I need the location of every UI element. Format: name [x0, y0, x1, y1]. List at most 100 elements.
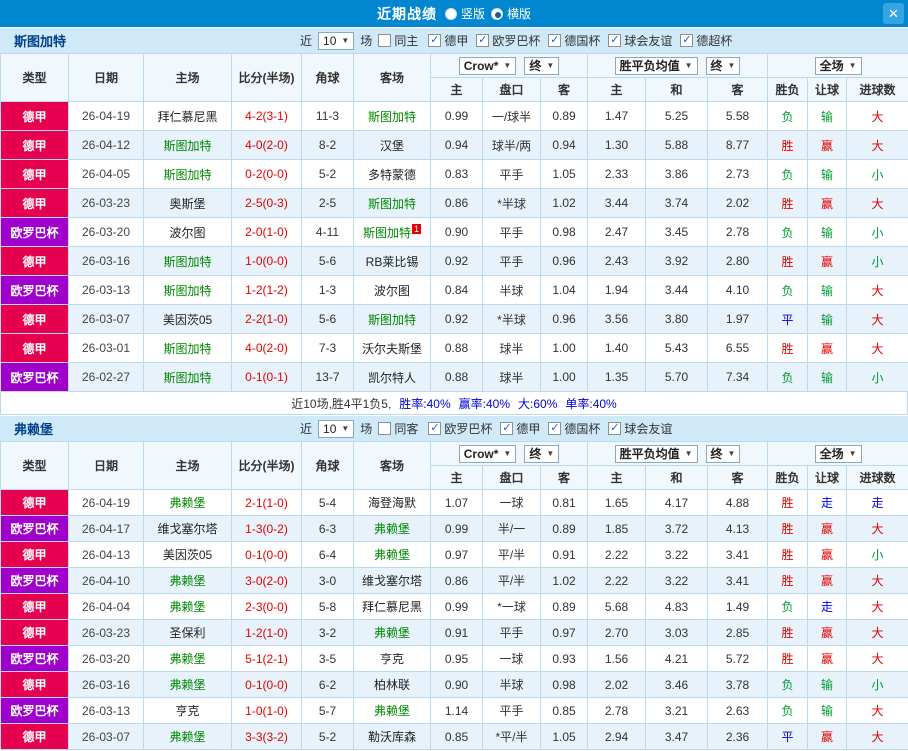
fullmatch-dropdown[interactable]: 全场 ▼	[814, 56, 862, 75]
summary-prefix: 近10场,胜4平1负5,	[291, 396, 392, 411]
odds-home: 0.92	[430, 304, 483, 334]
odds-source-dropdown[interactable]: Crow* ▼	[458, 56, 517, 75]
away-team-link[interactable]: 斯图加特 1	[353, 217, 431, 247]
league-badge: 德甲	[0, 188, 69, 218]
home-team-link[interactable]: 弗赖堡	[143, 723, 232, 750]
goals-result-tag: 小	[846, 362, 908, 392]
sub-header-avg-draw: 和	[645, 465, 708, 490]
same-venue-checkbox[interactable]: 同主	[378, 32, 418, 49]
away-team-link[interactable]: RB莱比锡	[353, 246, 431, 276]
odds-source-dropdown[interactable]: Crow* ▼	[458, 444, 517, 463]
away-team-link[interactable]: 勒沃库森	[353, 723, 431, 750]
home-team-link[interactable]: 斯图加特	[143, 333, 232, 363]
match-row: 德甲 26-03-16 弗赖堡 0-1(0-0) 6-2 柏林联 0.90 半球 0.98 2.0…	[0, 671, 908, 698]
league-filter-checkbox[interactable]: ✓ 欧罗巴杯	[476, 32, 540, 49]
away-team-link[interactable]: 多特蒙德	[353, 159, 431, 189]
checkbox-checked-icon: ✓	[548, 34, 562, 47]
league-filter-group: ✓ 欧罗巴杯 ✓ 德甲 ✓ 德国杯 ✓ 球会友谊	[428, 420, 672, 437]
away-team-link[interactable]: 波尔图	[353, 275, 431, 305]
home-team-link[interactable]: 弗赖堡	[143, 645, 232, 672]
away-team-link[interactable]: 斯图加特	[353, 101, 431, 131]
league-filter-checkbox[interactable]: ✓ 德国杯	[548, 420, 600, 437]
avg-home-odds: 1.40	[587, 333, 646, 363]
away-team-link[interactable]: 斯图加特	[353, 188, 431, 218]
league-filter-checkbox[interactable]: ✓ 德超杯	[680, 32, 732, 49]
home-team-link[interactable]: 弗赖堡	[143, 489, 232, 516]
close-button[interactable]: ✕	[883, 3, 904, 24]
match-count-dropdown[interactable]: 10 ▼	[318, 31, 355, 50]
chevron-down-icon: ▼	[546, 60, 555, 70]
home-team-link[interactable]: 斯图加特	[143, 246, 232, 276]
fullmatch-dropdown[interactable]: 全场 ▼	[814, 444, 862, 463]
sub-header-avg-away: 客	[706, 77, 769, 102]
league-badge: 欧罗巴杯	[0, 645, 69, 672]
match-count-dropdown[interactable]: 10 ▼	[318, 419, 355, 438]
checkbox-checked-icon: ✓	[476, 34, 490, 47]
home-team-link[interactable]: 美因茨05	[143, 304, 232, 334]
result-tag: 胜	[767, 541, 809, 568]
away-team-link[interactable]: 弗赖堡	[353, 697, 431, 724]
league-filter-checkbox[interactable]: ✓ 德甲	[428, 32, 468, 49]
avg-away-odds: 3.41	[706, 567, 769, 594]
league-badge: 欧罗巴杯	[0, 515, 69, 542]
home-team-link[interactable]: 奥斯堡	[143, 188, 232, 218]
home-team-link[interactable]: 斯图加特	[143, 275, 232, 305]
home-team-link[interactable]: 弗赖堡	[143, 567, 232, 594]
away-team-link[interactable]: 汉堡	[353, 130, 431, 160]
odds-home: 0.99	[430, 515, 483, 542]
away-team-link[interactable]: 维戈塞尔塔	[353, 567, 431, 594]
handicap-line: 平手	[482, 246, 541, 276]
odds-away: 1.04	[540, 275, 588, 305]
home-team-link[interactable]: 波尔图	[143, 217, 232, 247]
away-team-link[interactable]: 海登海默	[353, 489, 431, 516]
away-team-link[interactable]: 沃尔夫斯堡	[353, 333, 431, 363]
corner-count: 6-4	[301, 541, 354, 568]
league-badge: 欧罗巴杯	[0, 567, 69, 594]
avg-away-odds: 2.02	[706, 188, 769, 218]
away-team-link[interactable]: 弗赖堡	[353, 541, 431, 568]
home-team-link[interactable]: 圣保利	[143, 619, 232, 646]
avg-final-dropdown[interactable]: 终 ▼	[705, 56, 741, 75]
handicap-line: 球半	[482, 333, 541, 363]
home-team-link[interactable]: 斯图加特	[143, 130, 232, 160]
home-team-link[interactable]: 斯图加特	[143, 159, 232, 189]
radio-horizontal-layout[interactable]: 横版	[491, 5, 531, 22]
away-team-link[interactable]: 弗赖堡	[353, 619, 431, 646]
league-filter-checkbox[interactable]: ✓ 球会友谊	[608, 32, 672, 49]
league-filter-checkbox[interactable]: ✓ 德甲	[500, 420, 540, 437]
home-team-link[interactable]: 弗赖堡	[143, 671, 232, 698]
avg-odds-dropdown[interactable]: 胜平负均值 ▼	[614, 56, 698, 75]
away-team-link[interactable]: 亨克	[353, 645, 431, 672]
away-team-link[interactable]: 柏林联	[353, 671, 431, 698]
away-team-link[interactable]: 凯尔特人	[353, 362, 431, 392]
checkbox-checked-icon: ✓	[500, 422, 514, 435]
league-badge: 欧罗巴杯	[0, 217, 69, 247]
league-filter-checkbox[interactable]: ✓ 球会友谊	[608, 420, 672, 437]
match-row: 德甲 26-03-07 弗赖堡 3-3(3-2) 5-2 勒沃库森 0.85 *平/半 1.05…	[0, 723, 908, 750]
odds-home: 0.83	[430, 159, 483, 189]
chevron-down-icon: ▼	[684, 448, 693, 458]
home-team-link[interactable]: 斯图加特	[143, 362, 232, 392]
result-tag: 负	[767, 593, 809, 620]
home-team-link[interactable]: 美因茨05	[143, 541, 232, 568]
home-team-link[interactable]: 亨克	[143, 697, 232, 724]
match-score: 2-2(1-0)	[231, 304, 302, 334]
away-team-link[interactable]: 斯图加特	[353, 304, 431, 334]
away-team-link[interactable]: 拜仁慕尼黑	[353, 593, 431, 620]
odds-final-dropdown[interactable]: 终 ▼	[524, 444, 560, 463]
odds-final-dropdown[interactable]: 终 ▼	[524, 56, 560, 75]
match-score: 4-0(2-0)	[231, 130, 302, 160]
league-badge: 德甲	[0, 246, 69, 276]
league-filter-checkbox[interactable]: ✓ 欧罗巴杯	[428, 420, 492, 437]
avg-home-odds: 3.56	[587, 304, 646, 334]
home-team-link[interactable]: 维戈塞尔塔	[143, 515, 232, 542]
home-team-link[interactable]: 弗赖堡	[143, 593, 232, 620]
league-badge: 德甲	[0, 723, 69, 750]
away-team-link[interactable]: 弗赖堡	[353, 515, 431, 542]
radio-vertical-layout[interactable]: 竖版	[444, 5, 485, 22]
league-filter-checkbox[interactable]: ✓ 德国杯	[548, 32, 600, 49]
avg-final-dropdown[interactable]: 终 ▼	[705, 444, 741, 463]
same-venue-checkbox[interactable]: 同客	[378, 420, 418, 437]
avg-odds-dropdown[interactable]: 胜平负均值 ▼	[614, 444, 698, 463]
home-team-link[interactable]: 拜仁慕尼黑	[143, 101, 232, 131]
